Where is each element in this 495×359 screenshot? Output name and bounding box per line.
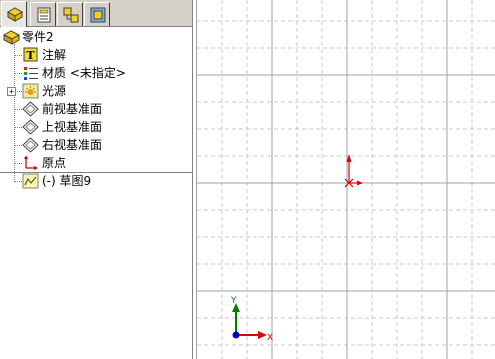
- display-manager-icon: [90, 7, 106, 23]
- lights-icon: [22, 83, 39, 99]
- triad-y-label: Y: [230, 296, 237, 306]
- tree-item-origin[interactable]: 原点: [0, 154, 192, 172]
- graphics-area[interactable]: Y X: [196, 0, 495, 359]
- material-icon: [24, 67, 38, 80]
- feature-tree-icon: [6, 7, 24, 22]
- propertymanager-tab[interactable]: [30, 2, 56, 26]
- expand-toggle[interactable]: +: [7, 87, 16, 96]
- tree-item-label: 材质 <未指定>: [42, 66, 126, 80]
- tree-root-label: 零件2: [22, 30, 54, 44]
- rollback-bar[interactable]: [0, 172, 192, 173]
- property-sheet-icon: [37, 7, 51, 23]
- plane-icon: [22, 119, 39, 135]
- feature-tree: 零件2 T 注解 材质 <未指定> + 光源 前视基准面 上视基准面 右视基准面…: [0, 28, 192, 359]
- configuration-icon: [63, 7, 79, 23]
- sketch-icon: [22, 173, 39, 189]
- tree-item-top-plane[interactable]: 上视基准面: [0, 118, 192, 136]
- origin-icon: [24, 155, 38, 170]
- manager-tab-bar: [0, 0, 192, 27]
- configurationmanager-tab[interactable]: [57, 2, 83, 26]
- tree-item-label: 上视基准面: [42, 120, 103, 134]
- sketch-origin-marker[interactable]: [344, 154, 363, 188]
- plane-icon: [22, 101, 39, 117]
- tree-item-annotations[interactable]: T 注解: [0, 46, 192, 64]
- part-icon: [3, 30, 21, 45]
- annotation-icon: T: [23, 47, 38, 62]
- triad-x-label: X: [267, 333, 273, 343]
- tree-item-label: 光源: [42, 84, 67, 98]
- reference-triad: [232, 303, 267, 339]
- tree-item-material[interactable]: 材质 <未指定>: [0, 64, 192, 82]
- svg-text:T: T: [26, 49, 35, 62]
- tree-root-part[interactable]: 零件2: [0, 28, 192, 46]
- tree-item-right-plane[interactable]: 右视基准面: [0, 136, 192, 154]
- tree-item-label: 注解: [42, 48, 67, 62]
- plane-icon: [22, 137, 39, 153]
- tree-item-sketch[interactable]: (-) 草图9: [0, 172, 192, 190]
- featuremanager-panel: 零件2 T 注解 材质 <未指定> + 光源 前视基准面 上视基准面 右视基准面…: [0, 0, 193, 359]
- tree-item-label: 前视基准面: [42, 102, 103, 116]
- sketch-grid: Y X: [197, 0, 495, 359]
- tree-item-label: 右视基准面: [42, 138, 103, 152]
- featuremanager-tab[interactable]: [1, 1, 27, 27]
- dimxpert-tab[interactable]: [84, 2, 110, 26]
- tree-item-label: 原点: [42, 156, 67, 170]
- tree-item-front-plane[interactable]: 前视基准面: [0, 100, 192, 118]
- tree-item-label: (-) 草图9: [42, 174, 92, 188]
- tree-item-lights[interactable]: + 光源: [0, 82, 192, 100]
